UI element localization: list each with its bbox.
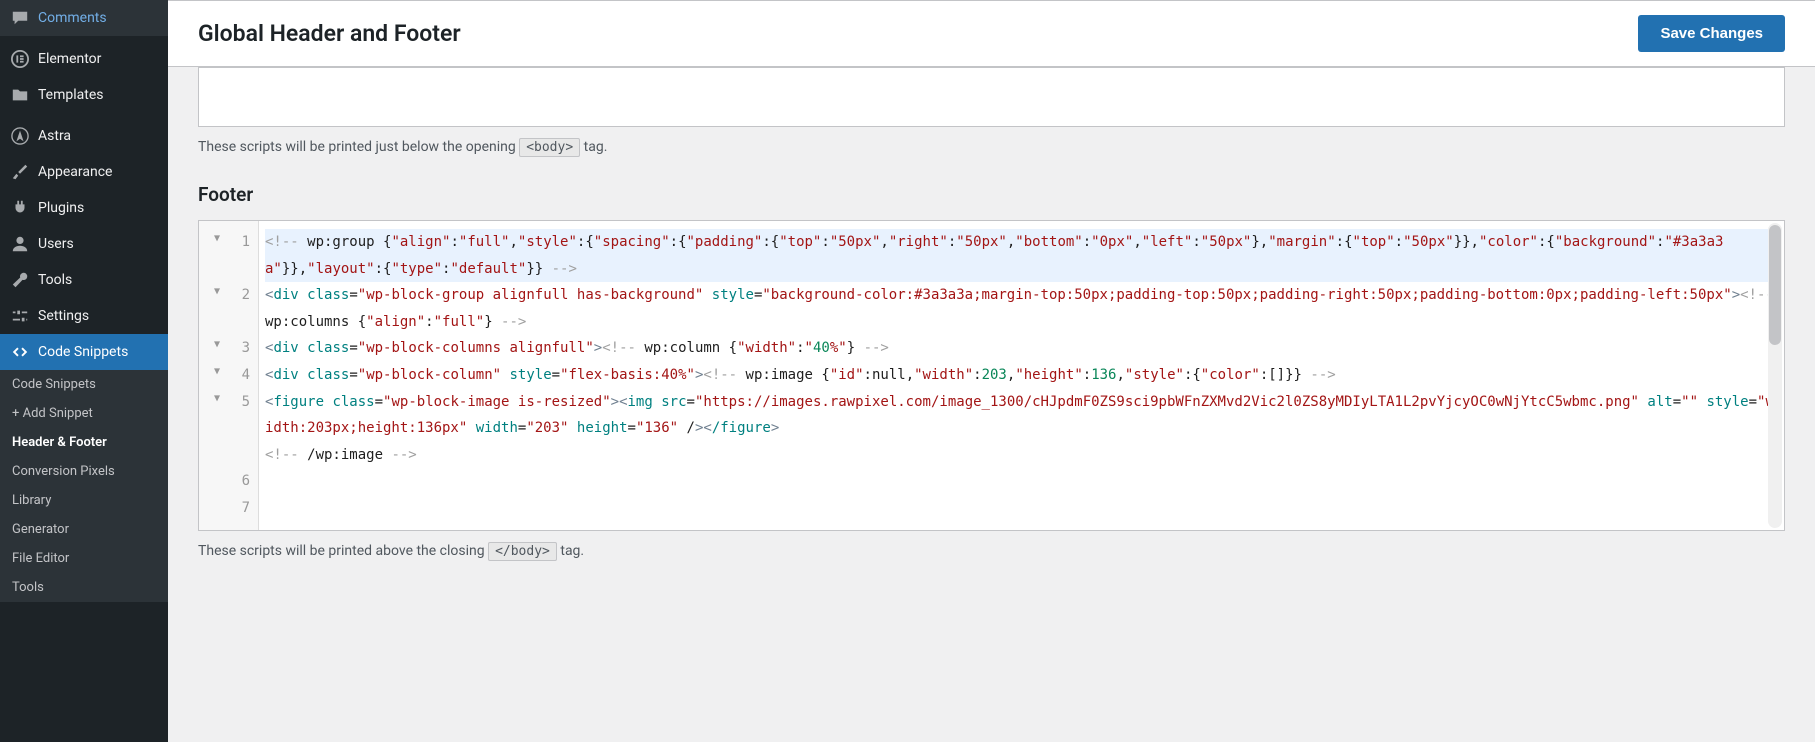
- sidebar-item-label: Comments: [38, 10, 107, 26]
- editor-scrollbar[interactable]: [1768, 223, 1782, 528]
- sidebar-item-comments[interactable]: Comments: [0, 0, 168, 36]
- folder-icon: [10, 85, 30, 105]
- editor-gutter: ▼1 ▼2 ▼3 ▼4 ▼5 ▼6 ▼7: [199, 221, 259, 530]
- submenu-file-editor[interactable]: File Editor: [0, 544, 168, 573]
- sidebar-item-label: Code Snippets: [38, 344, 128, 360]
- sliders-icon: [10, 306, 30, 326]
- code-line[interactable]: <div class="wp-block-group alignfull has…: [265, 282, 1778, 335]
- code-line[interactable]: <div class="wp-block-columns alignfull">…: [265, 335, 1778, 362]
- fold-icon[interactable]: ▼: [214, 335, 220, 354]
- footer-scripts-editor[interactable]: ▼1 ▼2 ▼3 ▼4 ▼5 ▼6 ▼7 <!-- wp:group {"ali…: [198, 220, 1785, 531]
- fold-icon[interactable]: ▼: [214, 229, 220, 248]
- sidebar-item-label: Plugins: [38, 200, 84, 216]
- code-line[interactable]: <figure class="wp-block-image is-resized…: [265, 389, 1778, 442]
- submenu-code-snippets[interactable]: Code Snippets: [0, 370, 168, 399]
- submenu-generator[interactable]: Generator: [0, 515, 168, 544]
- sidebar-item-label: Appearance: [38, 164, 112, 180]
- sidebar-item-elementor[interactable]: Elementor: [0, 41, 168, 77]
- wrench-icon: [10, 270, 30, 290]
- fold-icon[interactable]: ▼: [214, 282, 220, 301]
- comment-icon: [10, 8, 30, 28]
- sidebar-item-label: Elementor: [38, 51, 101, 67]
- body-close-tag: </body>: [488, 542, 557, 561]
- sidebar-item-label: Tools: [38, 272, 72, 288]
- sidebar-item-templates[interactable]: Templates: [0, 77, 168, 113]
- editor-code-area[interactable]: <!-- wp:group {"align":"full","style":{"…: [259, 221, 1784, 530]
- line-number: 2: [234, 282, 250, 309]
- code-line[interactable]: <!-- /wp:image -->: [265, 442, 1778, 469]
- sidebar-item-label: Settings: [38, 308, 89, 324]
- scrollbar-thumb[interactable]: [1769, 225, 1781, 345]
- admin-sidebar: Comments Elementor Templates Astra Appea…: [0, 0, 168, 742]
- main-content: Global Header and Footer Save Changes Th…: [168, 0, 1815, 742]
- line-number: 4: [234, 362, 250, 389]
- fold-icon[interactable]: ▼: [214, 362, 220, 381]
- code-line[interactable]: [265, 468, 1778, 495]
- submenu-library[interactable]: Library: [0, 486, 168, 515]
- sidebar-item-label: Templates: [38, 87, 104, 103]
- sidebar-item-users[interactable]: Users: [0, 226, 168, 262]
- line-number: 5: [234, 389, 250, 416]
- sidebar-item-tools[interactable]: Tools: [0, 262, 168, 298]
- page-header: Global Header and Footer Save Changes: [168, 0, 1815, 67]
- sidebar-item-code-snippets[interactable]: Code Snippets: [0, 334, 168, 370]
- submenu-tools[interactable]: Tools: [0, 573, 168, 602]
- body-helper-text: These scripts will be printed just below…: [198, 139, 1785, 155]
- line-number: 7: [234, 495, 250, 522]
- footer-helper-text: These scripts will be printed above the …: [198, 543, 1785, 559]
- sidebar-item-astra[interactable]: Astra: [0, 118, 168, 154]
- sidebar-submenu: Code Snippets + Add Snippet Header & Foo…: [0, 370, 168, 602]
- save-changes-button[interactable]: Save Changes: [1638, 15, 1785, 52]
- submenu-header-footer[interactable]: Header & Footer: [0, 428, 168, 457]
- line-number: 3: [234, 335, 250, 362]
- user-icon: [10, 234, 30, 254]
- sidebar-item-plugins[interactable]: Plugins: [0, 190, 168, 226]
- body-open-tag: <body>: [519, 138, 580, 157]
- body-scripts-editor[interactable]: [198, 67, 1785, 127]
- line-number: 6: [234, 468, 250, 495]
- sidebar-item-label: Astra: [38, 128, 71, 144]
- elementor-icon: [10, 49, 30, 69]
- submenu-conversion-pixels[interactable]: Conversion Pixels: [0, 457, 168, 486]
- code-line[interactable]: <!-- wp:group {"align":"full","style":{"…: [265, 229, 1778, 282]
- submenu-add-snippet[interactable]: + Add Snippet: [0, 399, 168, 428]
- fold-icon[interactable]: ▼: [214, 389, 220, 408]
- code-line[interactable]: <div class="wp-block-column" style="flex…: [265, 362, 1778, 389]
- sidebar-item-appearance[interactable]: Appearance: [0, 154, 168, 190]
- sidebar-item-settings[interactable]: Settings: [0, 298, 168, 334]
- sidebar-item-label: Users: [38, 236, 74, 252]
- plug-icon: [10, 198, 30, 218]
- line-number: 1: [234, 229, 250, 256]
- page-title: Global Header and Footer: [198, 20, 461, 47]
- footer-section-title: Footer: [198, 183, 1785, 206]
- code-icon: [10, 342, 30, 362]
- brush-icon: [10, 162, 30, 182]
- astra-icon: [10, 126, 30, 146]
